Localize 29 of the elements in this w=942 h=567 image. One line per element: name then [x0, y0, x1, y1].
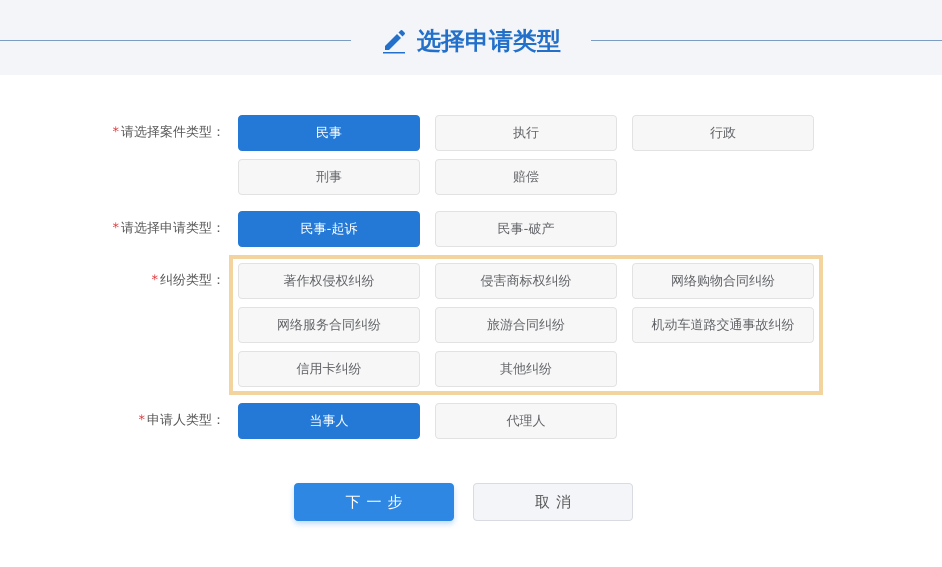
option-button[interactable]: 信用卡纠纷 — [238, 351, 420, 387]
option-button[interactable]: 机动车道路交通事故纠纷 — [632, 307, 814, 343]
option-button[interactable]: 网络服务合同纠纷 — [238, 307, 420, 343]
pencil-icon — [381, 28, 407, 54]
required-mark: * — [112, 125, 119, 140]
option-button[interactable]: 民事-破产 — [435, 211, 617, 247]
option-button[interactable]: 民事-起诉 — [238, 211, 420, 247]
option-button[interactable]: 代理人 — [435, 403, 617, 439]
option-button[interactable]: 旅游合同纠纷 — [435, 307, 617, 343]
required-mark: * — [138, 413, 145, 428]
next-button[interactable]: 下一步 — [294, 483, 454, 521]
option-button[interactable]: 其他纠纷 — [435, 351, 617, 387]
required-mark: * — [152, 273, 158, 288]
field-label: 申请人类型： — [147, 413, 225, 428]
option-button[interactable]: 当事人 — [238, 403, 420, 439]
option-button[interactable]: 侵害商标权纠纷 — [435, 263, 617, 299]
field-label: 请选择案件类型： — [121, 125, 225, 140]
option-button[interactable]: 民事 — [238, 115, 420, 151]
option-button[interactable]: 著作权侵权纠纷 — [238, 263, 420, 299]
option-button[interactable]: 刑事 — [238, 159, 420, 195]
option-button[interactable]: 网络购物合同纠纷 — [632, 263, 814, 299]
cancel-button[interactable]: 取消 — [473, 483, 633, 521]
field-label: 请选择申请类型： — [121, 221, 225, 236]
page-title: 选择申请类型 — [417, 26, 561, 56]
field-label: 纠纷类型： — [160, 273, 225, 288]
option-button[interactable]: 执行 — [435, 115, 617, 151]
option-button[interactable]: 赔偿 — [435, 159, 617, 195]
required-mark: * — [112, 221, 119, 236]
option-button[interactable]: 行政 — [632, 115, 814, 151]
